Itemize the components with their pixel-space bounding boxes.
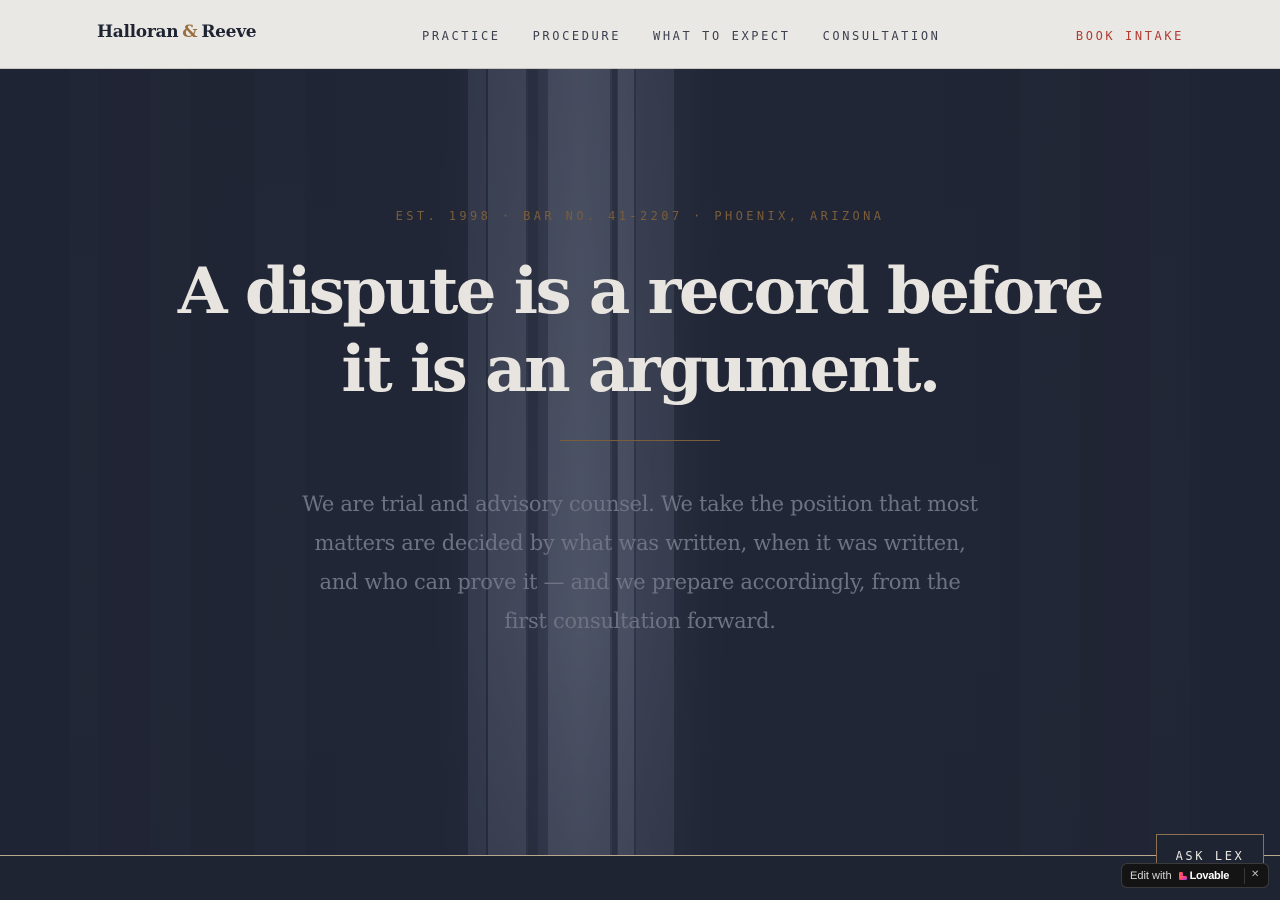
firm-logo[interactable]: Halloran & Reeve: [97, 22, 257, 42]
hero-headline: A dispute is a record before it is an ar…: [0, 253, 1280, 409]
hero-eyebrow: EST. 1998 · BAR NO. 41-2207 · PHOENIX, A…: [395, 209, 885, 223]
book-intake-link[interactable]: BOOK INTAKE: [1076, 29, 1184, 43]
main-nav: PRACTICE PROCEDURE WHAT TO EXPECT CONSUL…: [422, 29, 940, 43]
nav-consultation[interactable]: CONSULTATION: [823, 29, 941, 43]
hero-headline-line-2: it is an argument.: [341, 332, 941, 407]
hero-background-columns-image: [0, 69, 1280, 856]
hero-lede: We are trial and advisory counsel. We ta…: [302, 492, 978, 633]
next-section-edge: [0, 855, 1280, 900]
logo-ampersand: &: [182, 22, 198, 42]
lovable-heart-icon: [1178, 871, 1188, 881]
site-header: Halloran & Reeve PRACTICE PROCEDURE WHAT T…: [0, 0, 1280, 69]
lovable-edit-label: Edit with: [1130, 869, 1172, 882]
lovable-brand-label: Lovable: [1189, 869, 1230, 882]
lovable-badge[interactable]: Edit with Lovable ✕: [1121, 863, 1269, 888]
logo-name-second: Reeve: [201, 22, 257, 42]
hero-divider: [560, 440, 720, 441]
hero-section: EST. 1998 · BAR NO. 41-2207 · PHOENIX, A…: [0, 69, 1280, 856]
nav-procedure[interactable]: PROCEDURE: [533, 29, 621, 43]
nav-what-to-expect[interactable]: WHAT TO EXPECT: [653, 29, 791, 43]
logo-name-first: Halloran: [97, 22, 179, 42]
hero-headline-line-1: A dispute is a record before: [177, 254, 1105, 329]
close-icon[interactable]: ✕: [1251, 869, 1259, 880]
lovable-separator: [1244, 868, 1245, 884]
nav-practice[interactable]: PRACTICE: [422, 29, 501, 43]
